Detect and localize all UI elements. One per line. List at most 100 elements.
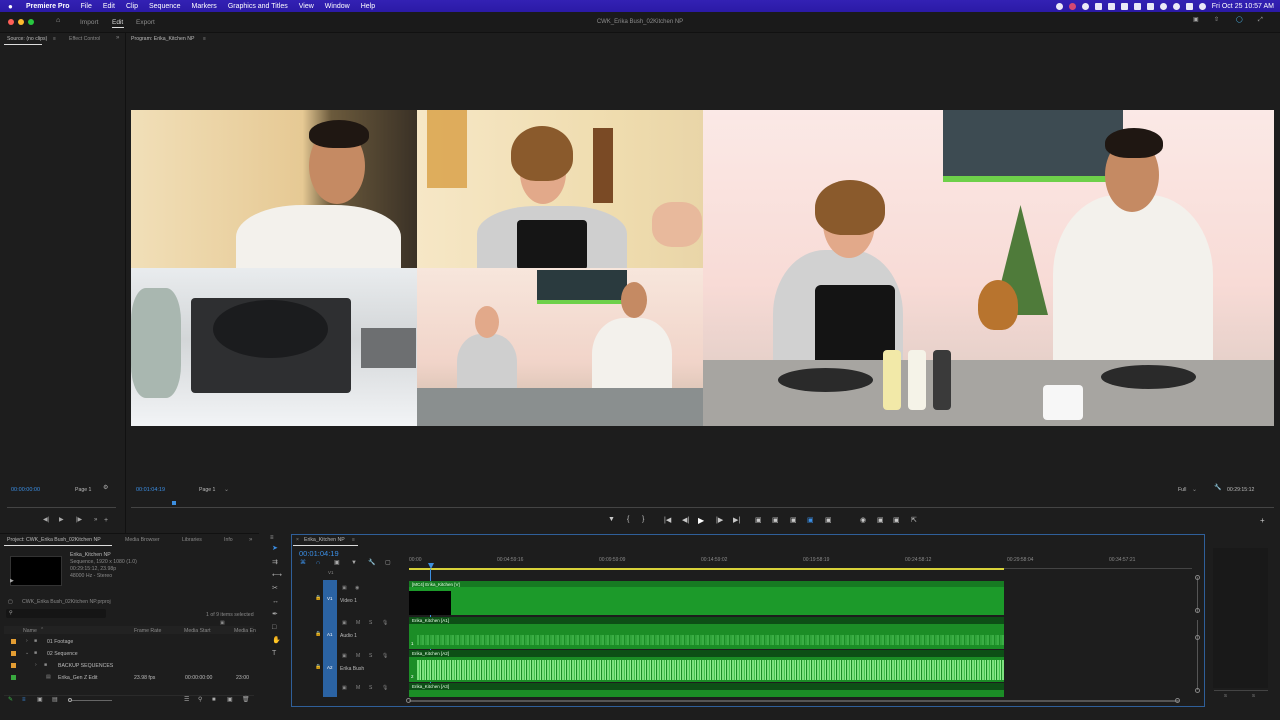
- menu-view[interactable]: View: [299, 3, 314, 10]
- snap-icon[interactable]: ∩: [316, 560, 320, 567]
- play-icon[interactable]: ▶: [59, 517, 64, 524]
- tab-media-browser[interactable]: Media Browser: [125, 537, 160, 543]
- fullscreen-icon[interactable]: ⤢: [1258, 17, 1263, 24]
- vertical-scrollbar[interactable]: [1197, 577, 1198, 612]
- program-timecode[interactable]: 00:01:04:19: [136, 487, 165, 493]
- scrollbar-handle[interactable]: [1195, 688, 1200, 693]
- go-to-out-icon[interactable]: ▶|: [733, 516, 740, 524]
- multicam-icon[interactable]: ▣: [807, 516, 814, 524]
- mark-in-icon[interactable]: {: [627, 516, 629, 523]
- selection-tool-icon[interactable]: ➤: [272, 545, 278, 552]
- new-bin-icon[interactable]: ■: [212, 697, 216, 704]
- video-clip[interactable]: [MC4] Erika_Kitchen [V]: [409, 581, 1004, 615]
- vr-icon[interactable]: ▣: [893, 516, 900, 524]
- menu-edit[interactable]: Edit: [103, 3, 115, 10]
- export-frame-icon[interactable]: ⇱: [911, 516, 917, 524]
- pencil-icon[interactable]: ✎: [8, 697, 13, 704]
- column-media-end[interactable]: Media En: [234, 628, 256, 634]
- add-marker-icon[interactable]: ▼: [608, 516, 615, 523]
- menu-clip[interactable]: Clip: [126, 3, 138, 10]
- panel-overflow-icon[interactable]: »: [249, 537, 252, 543]
- tray-icon[interactable]: [1094, 2, 1102, 10]
- panel-overflow-icon[interactable]: »: [116, 35, 119, 41]
- list-view-icon[interactable]: ≡: [22, 697, 26, 704]
- meter-solo-left[interactable]: S: [1224, 693, 1227, 698]
- panel-menu-icon[interactable]: ≡: [352, 537, 355, 543]
- column-name[interactable]: Name: [23, 628, 37, 634]
- insert-nest-icon[interactable]: ⌘: [300, 560, 306, 567]
- scrollbar-handle[interactable]: [1195, 608, 1200, 613]
- chevron-right-icon[interactable]: ›: [35, 662, 37, 668]
- menu-sequence[interactable]: Sequence: [149, 3, 181, 10]
- timeline-timecode[interactable]: 00:01:04:19: [299, 549, 339, 558]
- solo-button[interactable]: S: [369, 653, 372, 659]
- volume-icon[interactable]: [1133, 2, 1141, 10]
- menu-help[interactable]: Help: [361, 3, 375, 10]
- source-page-select[interactable]: Page 1: [75, 487, 91, 493]
- sort-icon[interactable]: ⌃: [40, 627, 44, 633]
- track-name[interactable]: Video 1: [340, 598, 357, 604]
- step-back-icon[interactable]: ◀|: [682, 516, 689, 524]
- step-forward-icon[interactable]: |▶: [76, 517, 82, 524]
- eye-icon[interactable]: ◉: [355, 585, 359, 591]
- zoom-slider-handle[interactable]: [68, 698, 72, 702]
- mute-button[interactable]: M: [356, 620, 360, 626]
- audio-clip[interactable]: Erika_Kitchen [A1] 1: [409, 617, 1004, 649]
- wrench-icon[interactable]: 🔧: [1214, 485, 1221, 492]
- captions-icon[interactable]: ▢: [385, 560, 391, 567]
- audio-clip[interactable]: Erika_Kitchen [A2] 2: [409, 650, 1004, 682]
- search-icon[interactable]: [1172, 2, 1180, 10]
- chevron-right-icon[interactable]: ›: [26, 638, 28, 644]
- freeform-view-icon[interactable]: ▤: [52, 697, 58, 704]
- menu-window[interactable]: Window: [325, 3, 350, 10]
- multicam-preview[interactable]: [703, 110, 1274, 426]
- sync-lock-icon[interactable]: ▣: [342, 685, 347, 691]
- menubar-clock[interactable]: Fri Oct 25 10:57 AM: [1212, 3, 1274, 10]
- panel-menu-icon[interactable]: ≡: [53, 36, 56, 42]
- solo-button[interactable]: S: [369, 620, 372, 626]
- tab-effect-controls[interactable]: Effect Control: [69, 36, 100, 42]
- column-media-start[interactable]: Media Start: [184, 628, 211, 634]
- add-button-icon[interactable]: +: [1260, 516, 1265, 525]
- tab-program[interactable]: Program: Erika_Kitchen NP: [131, 36, 194, 42]
- multicam-angle-2[interactable]: [417, 110, 703, 268]
- tab-sequence[interactable]: Erika_Kitchen NP: [304, 537, 345, 543]
- mute-button[interactable]: M: [356, 685, 360, 691]
- button-editor-icon[interactable]: »: [94, 517, 97, 524]
- search-icon[interactable]: ⚲: [198, 697, 202, 704]
- automate-icon[interactable]: ☰: [184, 697, 189, 704]
- sync-lock-icon[interactable]: ▣: [342, 653, 347, 659]
- step-forward-icon[interactable]: |▶: [716, 516, 723, 524]
- vertical-scrollbar[interactable]: [1197, 620, 1198, 690]
- chevron-down-icon[interactable]: ⌄: [25, 650, 29, 656]
- multicam-angle-4[interactable]: [417, 268, 703, 426]
- rectangle-tool-icon[interactable]: □: [272, 624, 276, 631]
- type-tool-icon[interactable]: T: [272, 650, 276, 657]
- track-name[interactable]: Audio 1: [340, 633, 357, 639]
- trash-icon[interactable]: 🗑: [242, 697, 250, 704]
- proxy-icon[interactable]: ▣: [825, 516, 832, 524]
- tab-libraries[interactable]: Libraries: [182, 537, 202, 543]
- menu-file[interactable]: File: [81, 3, 92, 10]
- scrollbar-handle[interactable]: [1175, 698, 1180, 703]
- program-playhead[interactable]: [172, 501, 176, 505]
- chevron-down-icon[interactable]: ⌄: [1192, 486, 1197, 493]
- audio-clip[interactable]: Erika_Kitchen [A3]: [409, 683, 1004, 697]
- slip-tool-icon[interactable]: ↔: [272, 598, 279, 605]
- ripple-edit-tool-icon[interactable]: ⟷: [272, 572, 282, 579]
- track-select-tool-icon[interactable]: ⇉: [272, 559, 278, 566]
- scrollbar-handle[interactable]: [1195, 575, 1200, 580]
- hand-tool-icon[interactable]: ✋: [272, 637, 281, 644]
- linked-selection-icon[interactable]: ▣: [334, 560, 340, 567]
- microphone-icon[interactable]: 🎙: [382, 653, 388, 659]
- battery-icon[interactable]: [1146, 2, 1154, 10]
- zoom-select[interactable]: Full: [1178, 487, 1186, 493]
- lock-icon[interactable]: 🔒: [315, 595, 321, 601]
- tab-info[interactable]: Info: [224, 537, 233, 543]
- scrollbar-handle[interactable]: [1195, 635, 1200, 640]
- camera-icon[interactable]: ◉: [860, 516, 866, 524]
- sync-lock-icon[interactable]: ▣: [342, 620, 347, 626]
- comparison-icon[interactable]: ▣: [877, 516, 884, 524]
- multicam-angle-3[interactable]: [131, 268, 417, 426]
- tab-project[interactable]: Project: CWK_Erika Bush_02Kitchen NP: [7, 537, 101, 543]
